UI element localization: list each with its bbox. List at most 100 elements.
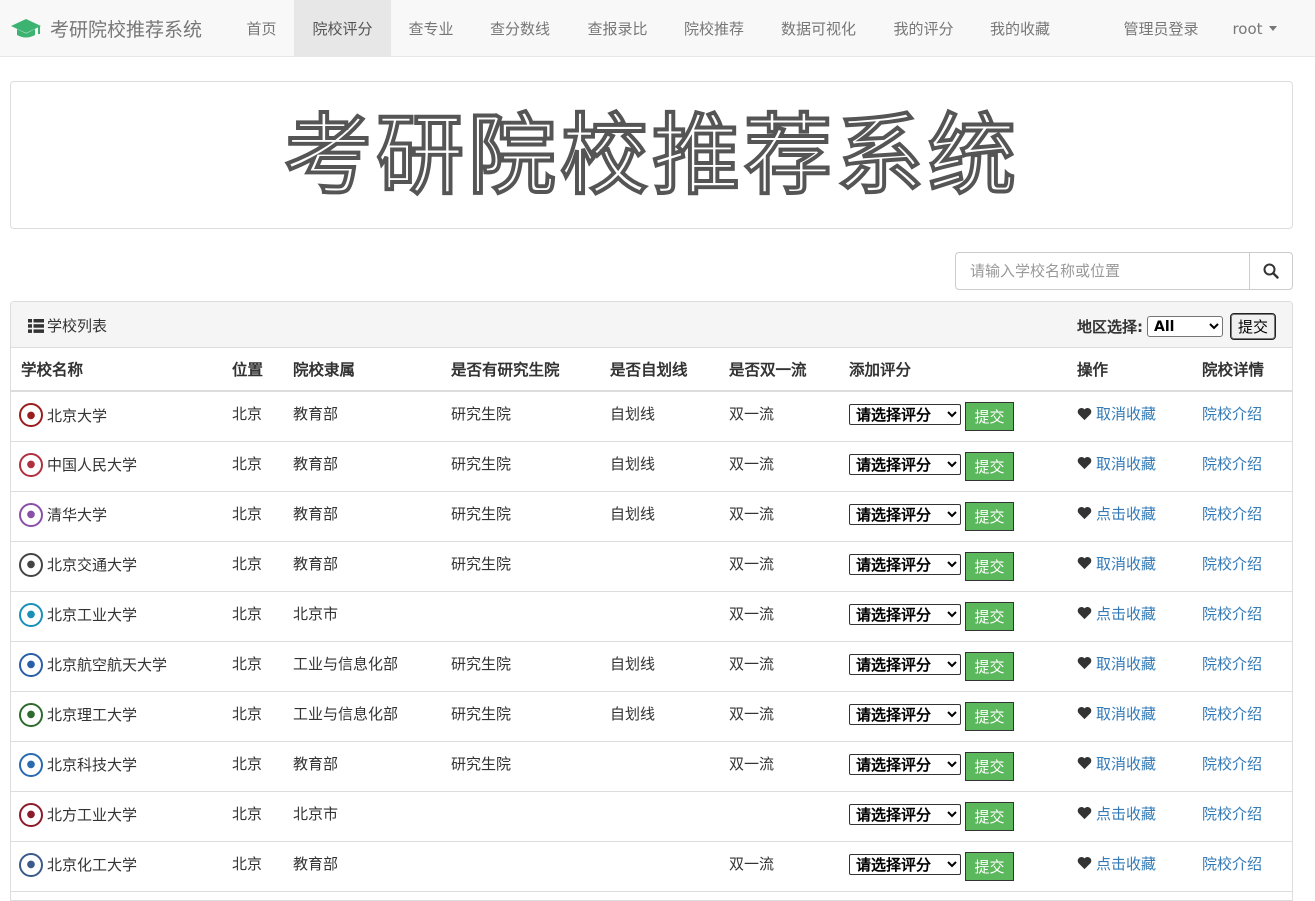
cell-add-rating: 请选择评分 提交 — [839, 441, 1067, 492]
school-intro-link[interactable]: 院校介绍 — [1202, 455, 1262, 473]
school-intro-link[interactable]: 院校介绍 — [1202, 405, 1262, 423]
cell-self-line: 自划线 — [600, 641, 719, 692]
nav-item-majors[interactable]: 查专业 — [391, 0, 471, 57]
rating-submit-button[interactable]: 提交 — [965, 601, 1014, 631]
user-menu[interactable]: root — [1217, 0, 1292, 57]
cell-grad-school: 研究生院 — [441, 391, 600, 442]
school-logo-icon: ● — [19, 502, 43, 527]
rating-submit-button[interactable]: 提交 — [965, 801, 1014, 831]
cell-grad-school — [441, 841, 600, 892]
nav-item-recommend[interactable]: 院校推荐 — [666, 0, 762, 57]
cell-affiliation: 教育部 — [283, 741, 441, 792]
nav-item-visualization[interactable]: 数据可视化 — [762, 0, 875, 57]
cell-school: ● 北京航空航天大学 — [11, 641, 222, 692]
school-intro-link[interactable]: 院校介绍 — [1202, 755, 1262, 773]
favorite-toggle-link[interactable]: 取消收藏 — [1096, 703, 1156, 724]
school-intro-link[interactable]: 院校介绍 — [1202, 705, 1262, 723]
rating-select[interactable]: 请选择评分 — [849, 653, 961, 675]
favorite-toggle-link[interactable]: 取消收藏 — [1096, 453, 1156, 474]
cell-double-first-class: 双一流 — [719, 441, 839, 492]
cell-add-rating: 请选择评分 提交 — [839, 391, 1067, 442]
cell-actions: 取消收藏 — [1067, 441, 1192, 492]
col-header-actions: 操作 — [1067, 348, 1192, 392]
table-row: ● 北京化工大学 北京 教育部 双一流 请选择评分 提交 点击收藏 院校介绍 — [11, 841, 1292, 892]
list-icon — [28, 318, 44, 333]
favorite-toggle-link[interactable]: 取消收藏 — [1096, 553, 1156, 574]
cell-self-line — [600, 541, 719, 592]
rating-submit-button[interactable]: 提交 — [965, 551, 1014, 581]
school-name: 北京航空航天大学 — [47, 656, 168, 674]
rating-select[interactable]: 请选择评分 — [849, 703, 961, 725]
rating-select[interactable]: 请选择评分 — [849, 803, 961, 825]
banner: 考研院校推荐系统 — [10, 81, 1293, 229]
cell-affiliation: 教育部 — [283, 841, 441, 892]
nav-item-my-ratings[interactable]: 我的评分 — [875, 0, 972, 57]
favorite-toggle-link[interactable]: 点击收藏 — [1096, 503, 1156, 524]
rating-select[interactable]: 请选择评分 — [849, 853, 961, 875]
school-intro-link[interactable]: 院校介绍 — [1202, 855, 1262, 873]
school-name: 北京科技大学 — [47, 756, 138, 774]
rating-submit-button[interactable]: 提交 — [965, 751, 1014, 781]
col-header-location: 位置 — [222, 348, 283, 392]
navbar: 考研院校推荐系统 首页 院校评分 查专业 查分数线 查报录比 院校推荐 数据可视… — [0, 0, 1315, 57]
nav-item-my-favorites[interactable]: 我的收藏 — [972, 0, 1068, 57]
cell-double-first-class: 双一流 — [719, 391, 839, 442]
rating-select[interactable]: 请选择评分 — [849, 453, 961, 475]
cell-double-first-class: 双一流 — [719, 741, 839, 792]
region-select[interactable]: All — [1146, 316, 1223, 337]
school-logo-icon: ● — [19, 802, 43, 827]
rating-submit-button[interactable]: 提交 — [965, 451, 1014, 481]
cell-location: 北京 — [222, 641, 283, 692]
nav-item-school-rating[interactable]: 院校评分 — [294, 0, 391, 57]
favorite-toggle-link[interactable]: 点击收藏 — [1096, 803, 1156, 824]
favorite-toggle-link[interactable]: 取消收藏 — [1096, 753, 1156, 774]
school-intro-link[interactable]: 院校介绍 — [1202, 655, 1262, 673]
cell-add-rating: 请选择评分 提交 — [839, 841, 1067, 892]
cell-location: 北京 — [222, 441, 283, 492]
school-name: 中国人民大学 — [47, 456, 138, 474]
cell-details: 院校介绍 — [1192, 441, 1292, 492]
cell-self-line — [600, 841, 719, 892]
nav-item-home[interactable]: 首页 — [232, 0, 291, 57]
rating-submit-button[interactable]: 提交 — [965, 501, 1014, 531]
school-intro-link[interactable]: 院校介绍 — [1202, 805, 1262, 823]
cell-add-rating: 请选择评分 提交 — [839, 641, 1067, 692]
rating-select[interactable]: 请选择评分 — [849, 603, 961, 625]
search-bar — [955, 252, 1293, 290]
panel-title-text: 学校列表 — [47, 317, 108, 335]
school-intro-link[interactable]: 院校介绍 — [1202, 555, 1262, 573]
brand-link[interactable]: 考研院校推荐系统 — [10, 0, 202, 57]
banner-art: 考研院校推荐系统 — [283, 103, 1016, 207]
school-name: 北京工业大学 — [47, 606, 138, 624]
rating-submit-button[interactable]: 提交 — [965, 701, 1014, 731]
cell-location: 北京 — [222, 541, 283, 592]
rating-submit-button[interactable]: 提交 — [965, 651, 1014, 681]
region-label: 地区选择: — [1076, 318, 1143, 336]
school-logo-icon: ● — [19, 452, 43, 477]
rating-submit-button[interactable]: 提交 — [965, 851, 1014, 881]
table-row: ● 清华大学 北京 教育部 研究生院 自划线 双一流 请选择评分 提交 点击收藏 院校介绍 — [11, 491, 1292, 542]
favorite-toggle-link[interactable]: 取消收藏 — [1096, 403, 1156, 424]
rating-select[interactable]: 请选择评分 — [849, 753, 961, 775]
admin-login-link[interactable]: 管理员登录 — [1105, 0, 1217, 57]
nav-item-admission-ratio[interactable]: 查报录比 — [569, 0, 666, 57]
rating-select[interactable]: 请选择评分 — [849, 553, 961, 575]
region-submit-button[interactable]: 提交 — [1229, 313, 1276, 340]
rating-select[interactable]: 请选择评分 — [849, 404, 961, 425]
nav-item-score-lines[interactable]: 查分数线 — [471, 0, 569, 57]
search-button[interactable] — [1249, 252, 1293, 290]
school-intro-link[interactable]: 院校介绍 — [1202, 505, 1262, 523]
school-name: 北京理工大学 — [47, 706, 138, 724]
cell-location: 北京 — [222, 591, 283, 642]
table-row: ● 北方工业大学 北京 北京市 请选择评分 提交 点击收藏 院校介绍 — [11, 791, 1292, 842]
rating-submit-button[interactable]: 提交 — [965, 402, 1014, 431]
favorite-toggle-link[interactable]: 点击收藏 — [1096, 603, 1156, 624]
cell-double-first-class: 双一流 — [719, 691, 839, 742]
favorite-toggle-link[interactable]: 取消收藏 — [1096, 653, 1156, 674]
favorite-toggle-link[interactable]: 点击收藏 — [1096, 853, 1156, 874]
rating-select[interactable]: 请选择评分 — [849, 503, 961, 525]
cell-self-line: 自划线 — [600, 391, 719, 442]
search-input[interactable] — [955, 252, 1249, 290]
cell-actions: 取消收藏 — [1067, 741, 1192, 792]
school-intro-link[interactable]: 院校介绍 — [1202, 605, 1262, 623]
